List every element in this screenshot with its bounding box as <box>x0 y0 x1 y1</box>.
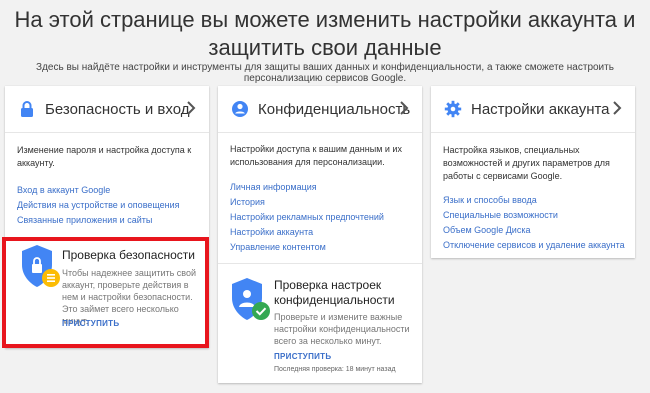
link-personal-info[interactable]: Личная информация <box>230 180 410 195</box>
security-card-description: Изменение пароля и настройка доступа к а… <box>17 145 192 168</box>
chevron-right-icon[interactable] <box>185 100 197 116</box>
account-settings-card-description: Настройка языков, специальных возможност… <box>443 145 610 181</box>
privacy-links: Личная информация История Настройки рекл… <box>218 180 422 255</box>
link-device-activity[interactable]: Действия на устройстве и оповещения <box>17 198 197 213</box>
account-settings-card-title: Настройки аккаунта <box>471 100 610 118</box>
link-language-input[interactable]: Язык и способы ввода <box>443 193 623 208</box>
link-google-sign-in[interactable]: Вход в аккаунт Google <box>17 183 197 198</box>
security-links: Вход в аккаунт Google Действия на устрой… <box>5 183 209 228</box>
privacy-checkup-description: Проверьте и измените важные настройки ко… <box>274 312 410 346</box>
chevron-right-icon[interactable] <box>398 100 410 116</box>
gear-icon <box>444 100 462 118</box>
highlight-box <box>2 237 209 348</box>
lock-icon <box>21 101 33 117</box>
link-delete-account[interactable]: Отключение сервисов и удаление аккаунта <box>443 238 625 253</box>
privacy-card-header[interactable]: Конфиденциальность <box>218 86 422 133</box>
privacy-shield-icon <box>232 278 270 320</box>
security-card-title: Безопасность и вход <box>45 100 190 118</box>
privacy-card-title: Конфиденциальность <box>258 100 411 118</box>
chevron-right-icon[interactable] <box>611 100 623 116</box>
person-icon <box>232 101 248 117</box>
link-connected-apps[interactable]: Связанные приложения и сайты <box>17 213 197 228</box>
privacy-card-description: Настройки доступа к вашим данным и их ис… <box>230 144 402 167</box>
account-settings-links: Язык и способы ввода Специальные возможн… <box>431 193 635 253</box>
link-ad-settings[interactable]: Настройки рекламных предпочтений <box>230 210 410 225</box>
privacy-checkup-title: Проверка настроек конфиденциальности <box>274 278 395 307</box>
page-title: На этой странице вы можете изменить наст… <box>14 7 636 60</box>
account-settings-card-header[interactable]: Настройки аккаунта <box>431 86 635 133</box>
privacy-checkup: Проверка настроек конфиденциальности Про… <box>226 276 418 376</box>
link-content-control[interactable]: Управление контентом <box>230 240 410 255</box>
link-account-settings[interactable]: Настройки аккаунта <box>230 225 410 240</box>
privacy-checkup-start-button[interactable]: ПРИСТУПИТЬ <box>274 352 331 361</box>
page-subtitle: Здесь вы найдёте настройки и инструменты… <box>36 62 614 84</box>
link-history[interactable]: История <box>230 195 410 210</box>
account-settings-card: Настройки аккаунта Настройка языков, спе… <box>431 86 635 258</box>
link-drive-storage[interactable]: Объем Google Диска <box>443 223 623 238</box>
last-check-status: Последняя проверка: 18 минут назад <box>274 366 396 373</box>
link-accessibility[interactable]: Специальные возможности <box>443 208 623 223</box>
security-card-header[interactable]: Безопасность и вход <box>5 86 209 133</box>
